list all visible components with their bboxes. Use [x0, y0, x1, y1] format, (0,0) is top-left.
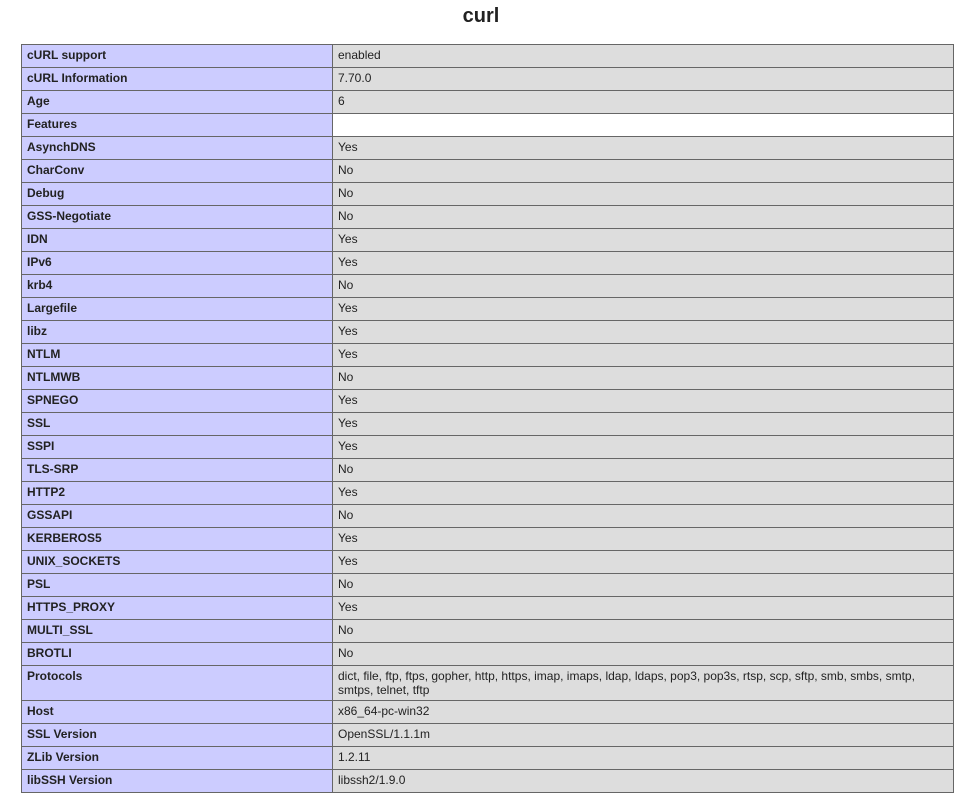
row-label: Age — [21, 90, 333, 114]
table-row: KERBEROS5 Yes — [21, 527, 954, 551]
row-label: ZLib Version — [21, 746, 333, 770]
table-row: HTTPS_PROXY Yes — [21, 596, 954, 620]
table-row: BROTLI No — [21, 642, 954, 666]
table-row: Largefile Yes — [21, 297, 954, 321]
row-label: SSL — [21, 412, 333, 436]
table-row: Features — [21, 113, 954, 137]
row-label: Largefile — [21, 297, 333, 321]
row-value: No — [332, 504, 954, 528]
row-value: Yes — [332, 550, 954, 574]
row-label: TLS-SRP — [21, 458, 333, 482]
table-row: CharConv No — [21, 159, 954, 183]
row-label: SPNEGO — [21, 389, 333, 413]
row-label: libSSH Version — [21, 769, 333, 793]
row-label: AsynchDNS — [21, 136, 333, 160]
row-label: CharConv — [21, 159, 333, 183]
row-value — [332, 113, 954, 137]
row-value: Yes — [332, 251, 954, 275]
page-title: curl — [462, 5, 500, 27]
row-label: cURL Information — [21, 67, 333, 91]
row-value: Yes — [332, 343, 954, 367]
row-value: Yes — [332, 389, 954, 413]
row-label: GSS-Negotiate — [21, 205, 333, 229]
row-value: x86_64-pc-win32 — [332, 700, 954, 724]
table-row: MULTI_SSL No — [21, 619, 954, 643]
row-label: Debug — [21, 182, 333, 206]
table-row: SSL Yes — [21, 412, 954, 436]
row-label: UNIX_SOCKETS — [21, 550, 333, 574]
table-row: NTLM Yes — [21, 343, 954, 367]
table-row: NTLMWB No — [21, 366, 954, 390]
row-value: No — [332, 619, 954, 643]
table-row: SSL Version OpenSSL/1.1.1m — [21, 723, 954, 747]
row-value: Yes — [332, 596, 954, 620]
row-label: BROTLI — [21, 642, 333, 666]
table-row: libz Yes — [21, 320, 954, 344]
row-value: No — [332, 205, 954, 229]
table-row: TLS-SRP No — [21, 458, 954, 482]
row-label: krb4 — [21, 274, 333, 298]
row-label: IPv6 — [21, 251, 333, 275]
table-row: AsynchDNS Yes — [21, 136, 954, 160]
row-value: No — [332, 458, 954, 482]
table-row: IPv6 Yes — [21, 251, 954, 275]
table-row: IDN Yes — [21, 228, 954, 252]
table-row: UNIX_SOCKETS Yes — [21, 550, 954, 574]
row-value: libssh2/1.9.0 — [332, 769, 954, 793]
row-value: 1.2.11 — [332, 746, 954, 770]
row-label: cURL support — [21, 44, 333, 68]
row-label: SSL Version — [21, 723, 333, 747]
row-value: Yes — [332, 435, 954, 459]
row-label: PSL — [21, 573, 333, 597]
row-label: libz — [21, 320, 333, 344]
table-row: SPNEGO Yes — [21, 389, 954, 413]
row-value: No — [332, 159, 954, 183]
table-row: Age 6 — [21, 90, 954, 114]
row-value: dict, file, ftp, ftps, gopher, http, htt… — [332, 665, 954, 701]
curl-info-rows: cURL support enabled cURL Information 7.70.… — [21, 44, 954, 793]
table-row: SSPI Yes — [21, 435, 954, 459]
row-value: No — [332, 573, 954, 597]
row-value: 6 — [332, 90, 954, 114]
row-value: OpenSSL/1.1.1m — [332, 723, 954, 747]
row-value: Yes — [332, 412, 954, 436]
row-label: NTLMWB — [21, 366, 333, 390]
table-row: Debug No — [21, 182, 954, 206]
table-row: cURL support enabled — [21, 44, 954, 68]
row-value: Yes — [332, 320, 954, 344]
row-label: SSPI — [21, 435, 333, 459]
row-label: MULTI_SSL — [21, 619, 333, 643]
row-label: HTTP2 — [21, 481, 333, 505]
table-row: cURL Information 7.70.0 — [21, 67, 954, 91]
row-label: Protocols — [21, 665, 333, 701]
row-label: Host — [21, 700, 333, 724]
row-value: Yes — [332, 136, 954, 160]
row-value: No — [332, 366, 954, 390]
row-label: IDN — [21, 228, 333, 252]
row-value: Yes — [332, 228, 954, 252]
row-label: HTTPS_PROXY — [21, 596, 333, 620]
row-value: Yes — [332, 297, 954, 321]
table-row: Protocols dict, file, ftp, ftps, gopher, … — [21, 665, 954, 701]
table-row: libSSH Version libssh2/1.9.0 — [21, 769, 954, 793]
row-label: Features — [21, 113, 333, 137]
row-value: No — [332, 182, 954, 206]
table-row: PSL No — [21, 573, 954, 597]
row-value: Yes — [332, 481, 954, 505]
row-label: GSSAPI — [21, 504, 333, 528]
row-label: NTLM — [21, 343, 333, 367]
row-value: Yes — [332, 527, 954, 551]
table-row: GSSAPI No — [21, 504, 954, 528]
table-row: HTTP2 Yes — [21, 481, 954, 505]
table-row: krb4 No — [21, 274, 954, 298]
row-value: enabled — [332, 44, 954, 68]
table-row: GSS-Negotiate No — [21, 205, 954, 229]
table-row: Host x86_64-pc-win32 — [21, 700, 954, 724]
row-value: No — [332, 642, 954, 666]
table-row: ZLib Version 1.2.11 — [21, 746, 954, 770]
row-value: 7.70.0 — [332, 67, 954, 91]
row-value: No — [332, 274, 954, 298]
curl-info-table: cURL support enabled cURL Information 7.70.… — [21, 44, 954, 793]
row-label: KERBEROS5 — [21, 527, 333, 551]
